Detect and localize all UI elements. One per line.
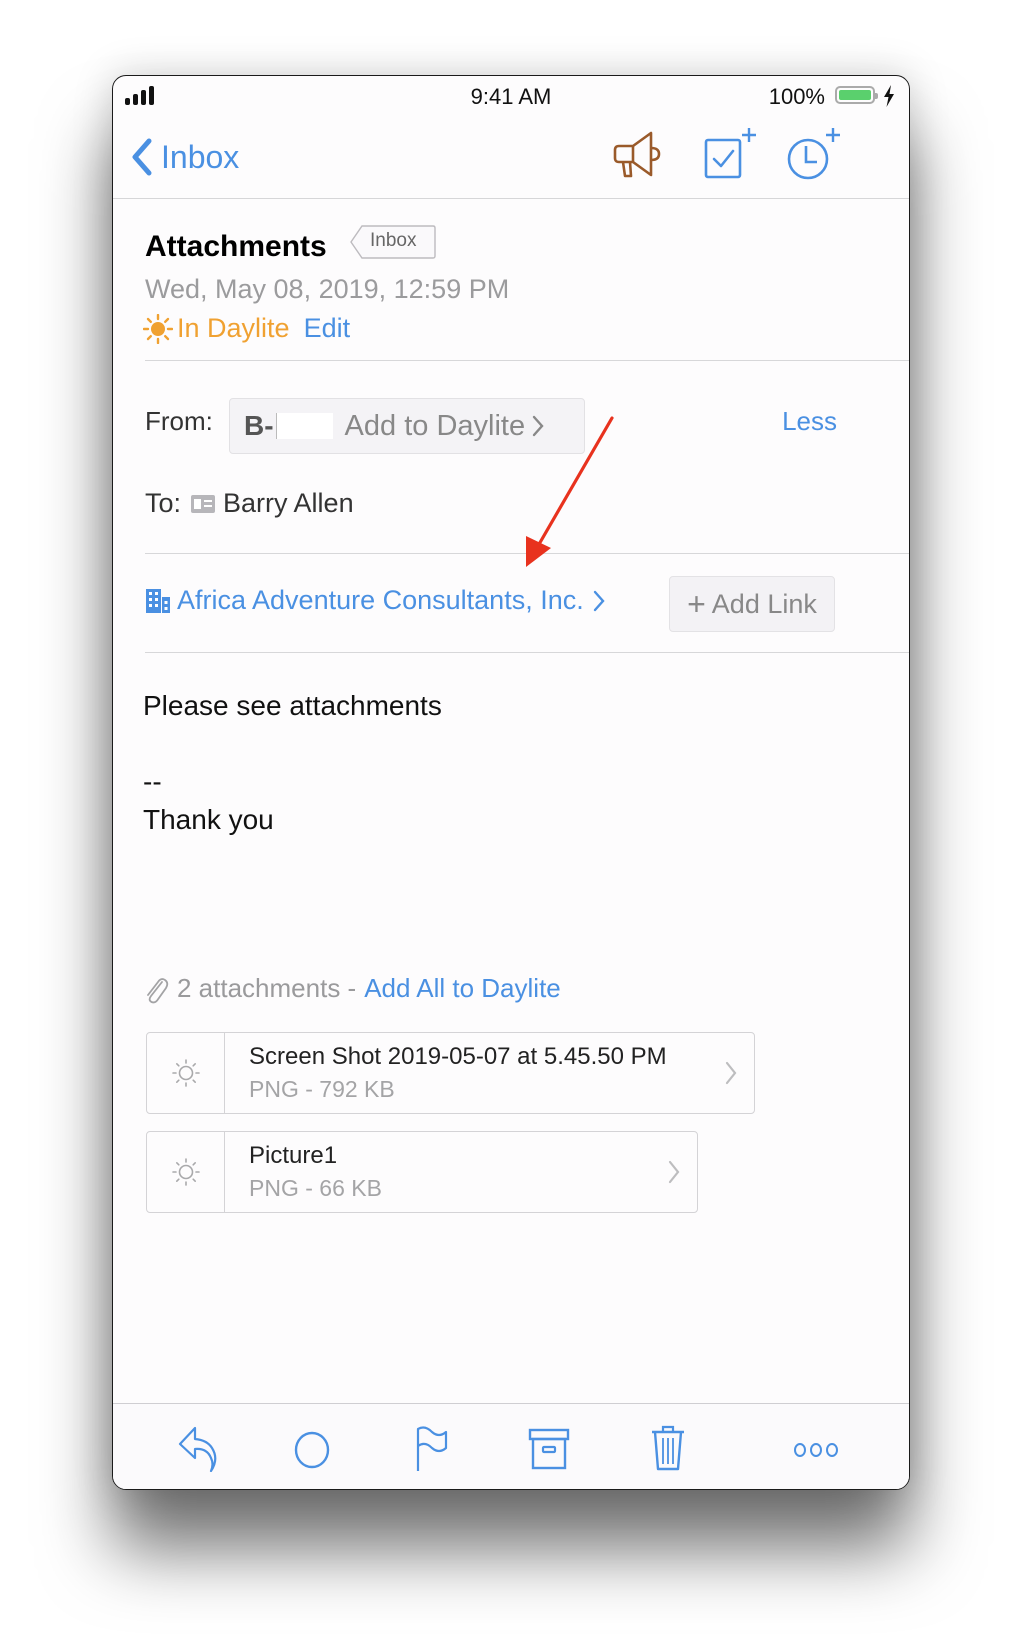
less-button[interactable]: Less (782, 406, 837, 437)
attachment-item[interactable]: Picture1 PNG - 66 KB (146, 1131, 698, 1213)
add-sender-to-daylite-button[interactable]: B- Add to Daylite (229, 398, 585, 454)
add-to-daylite-label: Add to Daylite (344, 409, 526, 442)
body-line: Thank you (143, 804, 274, 835)
chevron-right-icon (532, 415, 544, 437)
device-screen: 9:41 AM 100% Inbox Attachments Inbox Wed… (112, 75, 910, 1490)
from-label: From: (145, 406, 213, 436)
message-subject: Attachments (145, 230, 327, 263)
add-link-button[interactable]: + Add Link (669, 576, 835, 632)
attachment-meta: PNG - 66 KB (249, 1175, 382, 1201)
body-line: -- (143, 766, 162, 797)
nav-divider (113, 198, 909, 199)
to-row: To: Barry Allen (145, 488, 354, 519)
daylite-sun-outline-icon (171, 1158, 200, 1186)
reply-icon[interactable] (177, 1426, 221, 1472)
megaphone-icon[interactable] (613, 130, 665, 178)
plus-icon: + (687, 585, 706, 622)
to-label: To: (145, 488, 182, 518)
attachment-chevron (724, 1033, 754, 1113)
attachment-name: Picture1 (249, 1142, 338, 1169)
task-checkbox-plus-icon[interactable] (703, 126, 759, 180)
circle-icon[interactable] (293, 1431, 331, 1469)
chevron-right-icon (668, 1160, 680, 1184)
attachment-icon-cell (147, 1132, 225, 1212)
attachments-count: 2 attachments - (177, 973, 357, 1003)
body-line: Please see attachments (143, 690, 442, 721)
trash-icon[interactable] (650, 1424, 686, 1472)
linked-company-name: Africa Adventure Consultants, Inc. (177, 585, 584, 615)
redacted-sender (275, 413, 333, 439)
attachment-name: Screen Shot 2019-05-07 at 5.45.50 PM (249, 1043, 667, 1070)
attachment-info: Screen Shot 2019-05-07 at 5.45.50 PM PNG… (225, 1033, 724, 1113)
attachment-meta: PNG - 792 KB (249, 1076, 395, 1102)
archive-box-icon[interactable] (528, 1428, 570, 1470)
paperclip-icon (147, 977, 169, 1003)
back-button[interactable]: Inbox (131, 132, 239, 182)
edit-link[interactable]: Edit (304, 313, 351, 344)
add-link-label: Add Link (711, 588, 817, 619)
battery-percent: 100% (768, 84, 825, 109)
sender-name: B- (244, 410, 274, 441)
add-all-to-daylite-link[interactable]: Add All to Daylite (364, 973, 561, 1004)
chevron-left-icon (132, 138, 152, 176)
chevron-right-icon (725, 1061, 737, 1085)
daylite-status-row: In Daylite Edit (143, 313, 350, 344)
bolt-icon (884, 85, 894, 107)
bottom-toolbar (113, 1404, 909, 1489)
flag-icon[interactable] (415, 1426, 449, 1472)
daylite-status: In Daylite (177, 313, 290, 343)
attachment-info: Picture1 PNG - 66 KB (225, 1132, 667, 1212)
mailbox-tag[interactable]: Inbox (350, 225, 436, 259)
attachments-header: 2 attachments - Add All to Daylite (143, 973, 561, 1004)
ellipsis-icon[interactable] (793, 1441, 839, 1459)
linked-company-link[interactable]: Africa Adventure Consultants, Inc. (145, 585, 606, 616)
links-divider (145, 652, 909, 653)
header-divider (145, 360, 909, 361)
mailbox-tag-label: Inbox (370, 230, 417, 251)
daylite-sun-icon (143, 313, 173, 344)
building-icon (146, 588, 170, 613)
back-label: Inbox (161, 138, 240, 175)
recipient-name[interactable]: Barry Allen (223, 488, 354, 519)
chevron-right-icon (593, 590, 605, 611)
battery-icon (835, 86, 878, 104)
daylite-sun-outline-icon (171, 1059, 200, 1087)
attachment-item[interactable]: Screen Shot 2019-05-07 at 5.45.50 PM PNG… (146, 1032, 755, 1114)
attachment-chevron (667, 1132, 697, 1212)
attachment-icon-cell (147, 1033, 225, 1113)
battery-fill (839, 90, 871, 100)
contact-card-icon (191, 494, 216, 513)
battery-nub (875, 93, 878, 99)
clock-plus-icon[interactable] (786, 126, 844, 182)
message-date: Wed, May 08, 2019, 12:59 PM (145, 274, 510, 304)
recipients-divider (145, 553, 909, 554)
